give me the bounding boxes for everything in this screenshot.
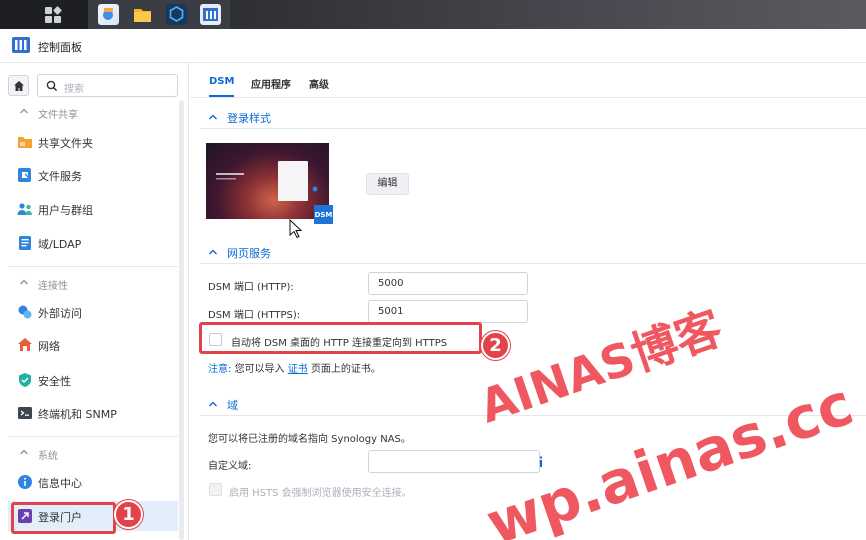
mouse-cursor-icon: [289, 219, 303, 239]
chevron-up-icon: [20, 108, 28, 114]
desktop-wallpaper-strip: [230, 0, 866, 29]
annotation-badge-1: 1: [114, 500, 143, 529]
sidebar-item-security[interactable]: 安全性: [8, 365, 178, 395]
preview-decoration: [216, 173, 318, 192]
sidebar-item-terminal-snmp[interactable]: 终端机和 SNMP: [8, 398, 178, 428]
custom-domain-label: 自定义域:: [208, 461, 252, 472]
pinned-apps: [88, 0, 230, 29]
sidebar-item-domain-ldap[interactable]: 域/LDAP: [8, 228, 178, 258]
certificate-link[interactable]: 证书: [288, 364, 308, 375]
note-text-before: 您可以导入: [234, 364, 285, 375]
info-icon: [18, 475, 32, 489]
https-port-input[interactable]: 5001: [368, 300, 528, 323]
terminal-icon: [18, 407, 32, 419]
shield-icon: [19, 373, 31, 387]
hyper-backup-icon[interactable]: [166, 4, 187, 25]
https-port-label: DSM 端口 (HTTPS):: [208, 310, 301, 321]
users-icon: [17, 203, 32, 215]
tab-applications[interactable]: 应用程序: [251, 76, 291, 91]
note-tag: 注意:: [208, 364, 232, 375]
certificate-note: 注意: 您可以导入 证书 页面上的证书。: [208, 360, 381, 375]
sidebar-item-info-center[interactable]: 信息中心: [8, 467, 178, 497]
apps-grid-icon: [45, 5, 62, 23]
hsts-checkbox[interactable]: [209, 483, 222, 496]
note-text-after: 页面上的证书。: [310, 364, 381, 375]
sidebar-scrollbar[interactable]: [179, 100, 184, 540]
sidebar-item-users-groups[interactable]: 用户与群组: [8, 194, 178, 224]
sidebar-item-external-access[interactable]: 外部访问: [8, 297, 178, 327]
info-icon[interactable]: [537, 456, 545, 468]
chevron-up-icon: [20, 279, 28, 285]
tab-advanced[interactable]: 高级: [309, 76, 329, 91]
main-menu-button[interactable]: [28, 0, 78, 29]
shared-folder-icon: [18, 137, 32, 148]
control-panel-icon: [12, 36, 30, 57]
section-divider: [200, 128, 866, 129]
http-port-input[interactable]: 5000: [368, 272, 528, 295]
dsm-badge: DSM: [314, 205, 333, 224]
login-style-preview[interactable]: [206, 143, 329, 219]
chevron-up-icon: [209, 401, 217, 407]
sidebar-item-shared-folder[interactable]: 共享文件夹: [8, 127, 178, 157]
search-placeholder: 搜索: [64, 84, 84, 95]
http-port-label: DSM 端口 (HTTP):: [208, 282, 294, 293]
domain-ldap-icon: [19, 236, 31, 250]
search-input[interactable]: 搜索: [37, 74, 178, 97]
sidebar-item-file-services[interactable]: 文件服务: [8, 160, 178, 190]
window-titlebar: [0, 29, 866, 63]
edit-button[interactable]: 编辑: [366, 173, 409, 195]
search-icon: [46, 80, 58, 92]
chevron-up-icon: [209, 114, 217, 120]
tab-dsm[interactable]: DSM: [209, 76, 234, 87]
annotation-badge-2: 2: [481, 331, 510, 360]
sidebar-divider: [8, 436, 178, 437]
tab-active-indicator: [209, 95, 234, 97]
home-icon: [13, 80, 24, 91]
control-panel-taskbar-icon[interactable]: [200, 4, 221, 25]
tab-bar: [190, 63, 866, 98]
file-services-icon: [18, 168, 31, 182]
section-divider: [200, 263, 866, 264]
annotation-highlight-redirect: [199, 322, 482, 354]
chevron-up-icon: [209, 249, 217, 255]
window-title: 控制面板: [38, 41, 82, 54]
taskbar: [0, 0, 866, 29]
custom-domain-input[interactable]: [368, 450, 540, 473]
network-icon: [18, 338, 32, 351]
sidebar-item-network[interactable]: 网络: [8, 330, 178, 360]
hsts-label: 启用 HSTS 会强制浏览器使用安全连接。: [229, 488, 412, 499]
file-station-icon[interactable]: [132, 4, 153, 25]
sidebar-divider: [8, 266, 178, 267]
chevron-up-icon: [20, 449, 28, 455]
home-button[interactable]: [8, 75, 29, 96]
annotation-highlight-login-portal: [11, 502, 116, 534]
package-center-icon[interactable]: [98, 4, 119, 25]
domain-description: 您可以将已注册的域名指向 Synology NAS。: [208, 434, 411, 445]
external-access-icon: [18, 305, 32, 319]
